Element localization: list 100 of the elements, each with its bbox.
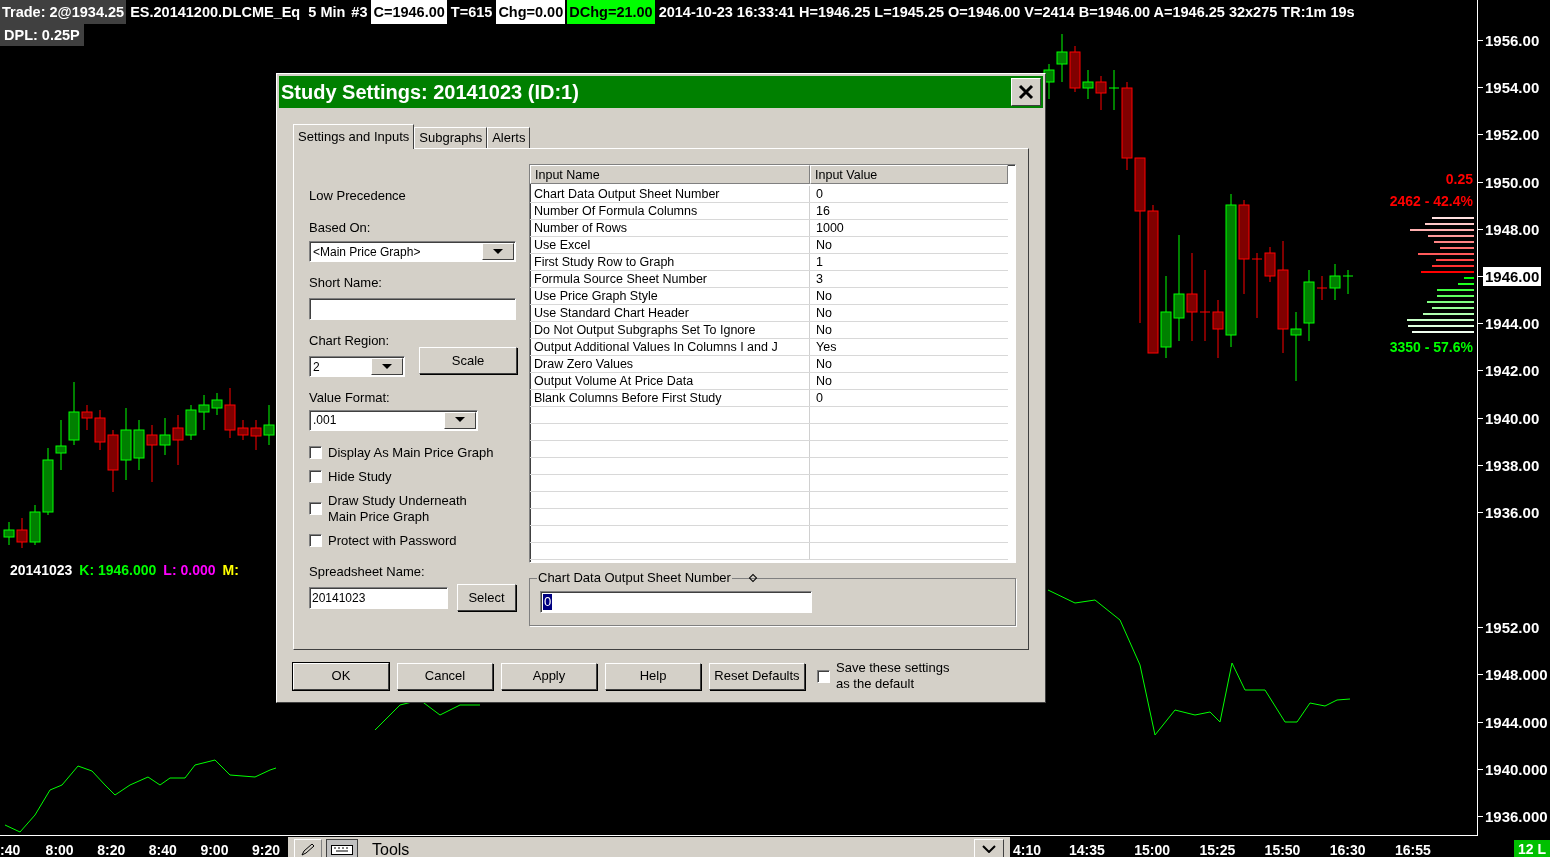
price-label: 1948.000 [1484,665,1549,685]
keyboard-icon[interactable] [326,839,358,857]
table-cell-text: No [815,373,833,389]
price-label: 1940.00 [1484,408,1541,428]
table-cell-text: No [815,305,833,321]
time-label: 15:00 [1134,841,1170,857]
candlestick [133,419,145,471]
checkbox[interactable] [309,446,322,459]
legend-value: K: 1946.000 [79,561,157,579]
checkbox[interactable] [309,502,322,515]
price-label: 1944.000 [1484,712,1549,732]
group-label: Chart Data Output Sheet Number [537,570,732,586]
table-cell-text: 1 [815,254,824,270]
table-cell-text: Yes [815,339,838,355]
toolbar-title: Tools [372,840,410,857]
table-cell: Do Not Output Subgraphs Set To Ignore [530,322,810,338]
candlestick [263,404,275,446]
price-label: 1944.00 [1484,314,1541,334]
close-button[interactable] [1011,78,1041,106]
table-cell: Use Excel [530,237,810,253]
table-cell-text: No [815,288,833,304]
based-on-dropdown[interactable]: <Main Price Graph> [309,241,516,262]
table-cell-text: 16 [815,203,831,219]
price-label: 1940.000 [1484,759,1549,779]
close-icon [1018,84,1034,100]
time-label: 9:20 [252,841,281,857]
tab[interactable]: Alerts [487,127,531,148]
header-text: ES.20141200.DLCME_Eq 5 Min [129,3,347,22]
value-format-dropdown[interactable]: .001 [309,409,478,431]
scale-button[interactable]: Scale [419,347,517,374]
table-cell-text: 0 [815,186,824,202]
column-header[interactable]: Input Name [530,165,810,184]
candlestick [185,404,197,441]
tab[interactable]: Settings and Inputs [293,124,415,149]
chart-region-dropdown[interactable]: 2 [309,356,405,377]
time-label: 8:40 [148,841,177,857]
legend-value: M: [222,561,239,579]
field-label: Short Name: [309,274,383,292]
short-name-field[interactable] [309,297,516,320]
input-value-field[interactable]: 0 [540,591,812,613]
checkbox-label: Save these settings as the default [836,660,951,692]
table-cell: Number of Rows [530,220,810,236]
time-label: 15:50 [1264,841,1301,857]
time-label: 15:25 [1199,841,1236,857]
dialog-button[interactable]: OK [293,662,389,690]
candlestick [3,521,15,546]
header-text: T=615 [449,3,494,22]
dialog-button[interactable]: Help [605,662,701,690]
table-cell: Chart Data Output Sheet Number [530,186,810,202]
selected-text: 0 [543,594,553,610]
dialog-title: Study Settings: 20141023 (ID:1) [281,80,580,105]
table-cell: Formula Source Sheet Number [530,271,810,287]
field-label: Spreadsheet Name: [309,562,426,581]
select-button[interactable]: Select [457,584,516,611]
candlestick [172,414,184,466]
candlestick [1056,33,1068,83]
header-text: Trade: 2@1934.25 [0,0,127,24]
price-label: 1952.00 [1484,125,1541,145]
pen-icon[interactable] [294,839,322,857]
candlestick [1043,63,1055,100]
table-cell: Use Price Graph Style [530,288,810,304]
checkbox-label: Hide Study [328,468,393,485]
dialog-button[interactable]: Apply [501,662,597,690]
header-text: Chg=0.00 [496,0,566,24]
price-label: 1954.00 [1484,78,1541,98]
tab[interactable]: Subgraphs [414,127,488,148]
chevron-down-icon[interactable] [974,839,1004,857]
price-label: 1938.00 [1484,455,1541,475]
table-cell-text: No [815,237,833,253]
field-label: Based On: [309,218,372,237]
checkbox-label: Display As Main Price Graph [328,444,495,461]
table-cell: Use Standard Chart Header [530,305,810,321]
time-label: 14:35 [1069,841,1105,857]
time-label: :40 [0,841,21,857]
time-label: 8:00 [45,841,74,857]
price-label: 1936.000 [1484,807,1549,827]
header-text: DChg=21.00 [567,0,655,24]
price-label: 1952.00 [1484,618,1541,637]
table-cell: Draw Zero Values [530,356,810,372]
time-label: 16:30 [1329,841,1366,857]
time-label: 4:10 [1013,841,1042,857]
precedence-label: Low Precedence [309,187,407,205]
column-header[interactable]: Input Value [810,165,1008,184]
price-label: 1942.00 [1484,361,1541,381]
header-text: #3 [350,3,369,22]
spreadsheet-name-field[interactable]: 20141023 [309,586,448,609]
dialog-button[interactable]: Cancel [397,662,493,690]
dialog-button[interactable]: Reset Defaults [709,662,805,690]
field-label: Chart Region: [309,331,391,350]
dpl-label: DPL: 0.25P [0,24,84,46]
price-label: 1946.00 [1483,267,1542,286]
time-label: 8:20 [97,841,126,857]
checkbox[interactable] [309,534,322,547]
table-cell-text: 3 [815,271,824,287]
checkbox[interactable] [309,470,322,483]
table-cell-text: 0 [815,390,824,406]
checkbox[interactable] [817,669,830,683]
bid-volume-summary: 3350 - 57.6% [1389,338,1473,356]
table-cell: Output Additional Values In Columns I and J [530,339,810,355]
legend-value: 20141023 [10,561,73,579]
